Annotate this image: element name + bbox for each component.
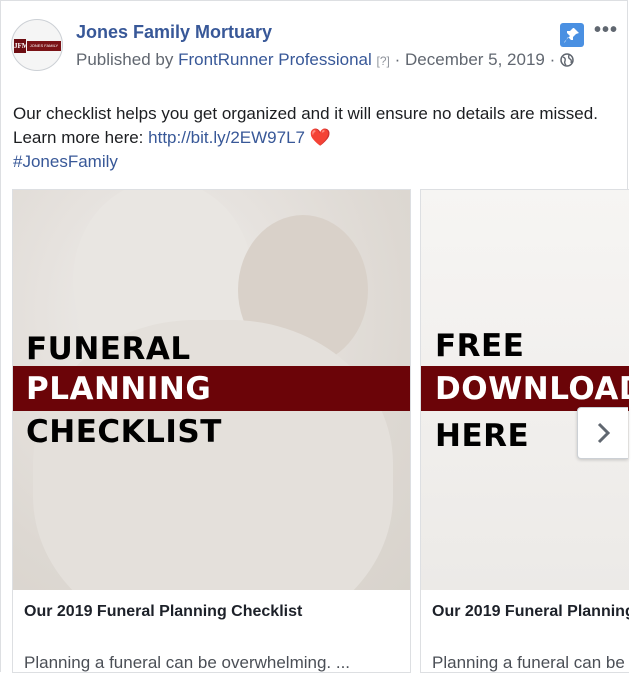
- card-image[interactable]: FUNERAL PLANNING CHECKLIST: [13, 190, 410, 590]
- card-headline-line1: FREE: [435, 328, 525, 364]
- meta-separator: ·: [549, 50, 556, 69]
- card-title[interactable]: Our 2019 Funeral Planning Checklist: [24, 602, 302, 622]
- post-card: JFM JONES FAMILY Jones Family Mortuary P…: [0, 0, 629, 673]
- card-headline-line3: CHECKLIST: [26, 414, 222, 450]
- card-headline-line2: DOWNLOAD: [435, 371, 629, 407]
- carousel-next-button[interactable]: [577, 407, 628, 459]
- avatar-bar-text: JONES FAMILY: [27, 41, 61, 51]
- chevron-right-icon: [597, 422, 611, 444]
- card-description: Planning a funeral can be overwhelming. …: [24, 653, 351, 672]
- globe-icon[interactable]: [560, 50, 574, 73]
- pin-icon[interactable]: [560, 23, 584, 47]
- avatar-monogram: JFM: [14, 39, 28, 53]
- card-headline-line2: PLANNING: [26, 371, 212, 407]
- published-prefix: Published by: [76, 50, 174, 69]
- carousel-card[interactable]: FUNERAL PLANNING CHECKLIST Our 2019 Fune…: [12, 189, 411, 673]
- card-headline-line1: FUNERAL: [26, 331, 191, 367]
- heart-emoji: ❤️: [309, 128, 331, 147]
- message-link[interactable]: http://bit.ly/2EW97L7: [148, 128, 305, 147]
- card-description: Planning a funeral can be overwhelming. …: [432, 653, 629, 672]
- meta-separator: ·: [394, 50, 401, 69]
- help-link[interactable]: [?]: [377, 54, 390, 68]
- hashtag-link[interactable]: #JonesFamily: [13, 152, 118, 171]
- page-avatar[interactable]: JFM JONES FAMILY: [11, 19, 63, 71]
- publisher-link[interactable]: FrontRunner Professional: [178, 50, 372, 69]
- message-text: Our checklist helps you get organized an…: [13, 104, 598, 147]
- page-name-link[interactable]: Jones Family Mortuary: [76, 21, 272, 43]
- post-message: Our checklist helps you get organized an…: [13, 102, 619, 174]
- more-options-icon[interactable]: •••: [591, 15, 621, 45]
- post-date-link[interactable]: December 5, 2019: [405, 50, 545, 69]
- card-title[interactable]: Our 2019 Funeral Planning Checklist: [432, 602, 629, 622]
- card-image[interactable]: FREE DOWNLOAD HERE: [421, 190, 629, 590]
- card-headline-line3: HERE: [435, 418, 530, 454]
- post-meta: Published by FrontRunner Professional [?…: [76, 48, 576, 73]
